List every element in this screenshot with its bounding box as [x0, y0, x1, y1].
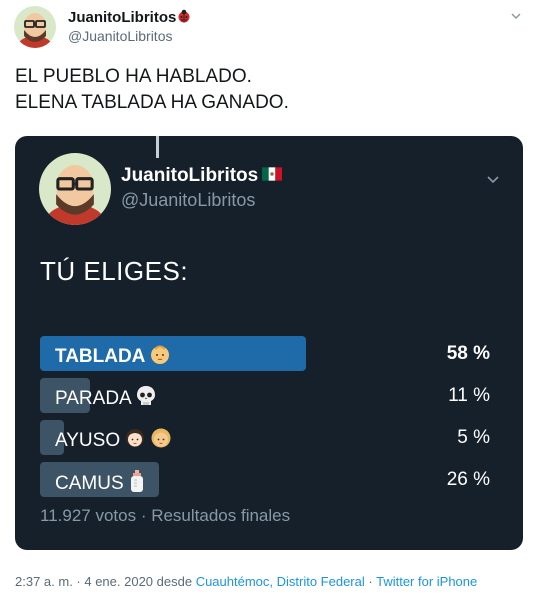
quoted-author-name[interactable]: JuanitoLibritos [121, 165, 283, 187]
girl-icon [124, 427, 146, 455]
poll-option-ayuso: AYUSO 5 % [40, 420, 490, 455]
poll-option-tablada: TABLADA 58 % [40, 336, 490, 371]
ladybug-icon [177, 9, 191, 27]
poll-option-percent: 58 % [446, 343, 490, 364]
chevron-down-icon[interactable] [485, 171, 501, 187]
poll-option-percent: 26 % [446, 469, 490, 490]
tweet-line: EL PUEBLO HA HABLADO. [15, 66, 252, 87]
quoted-author-avatar[interactable] [39, 153, 111, 225]
baby-bottle-icon [128, 469, 146, 499]
avatar-illustration [39, 153, 111, 225]
avatar-illustration [14, 6, 56, 48]
quoted-author-handle[interactable]: @JuanitoLibritos [121, 190, 255, 211]
chevron-down-icon[interactable] [509, 9, 523, 23]
skull-icon [136, 385, 156, 413]
girl-icon [150, 427, 172, 455]
author-name-text[interactable]: JuanitoLibritos [68, 9, 176, 26]
tweet-location-link[interactable]: Cuauhtémoc, Distrito Federal [196, 574, 365, 589]
tweet-source-link[interactable]: Twitter for iPhone [376, 574, 477, 589]
author-name[interactable]: JuanitoLibritos [68, 9, 191, 27]
poll-option-percent: 11 % [448, 385, 490, 406]
poll-option-camus: CAMUS 26 % [40, 462, 490, 499]
poll-option-label: AYUSO [55, 427, 172, 455]
poll-footer: 11.927 votos · Resultados finales [40, 506, 291, 525]
poll-option-label: PARADA [55, 385, 156, 413]
tweet-timestamp[interactable]: 2:37 a. m. · 4 ene. 2020 desde [15, 574, 196, 589]
poll-question: TÚ ELIGES: [40, 256, 189, 286]
quoted-author-name-text[interactable]: JuanitoLibritos [121, 165, 258, 186]
poll-option-label: TABLADA [55, 343, 171, 371]
quoted-tweet-card[interactable]: JuanitoLibritos @JuanitoLibritos TÚ ELIG… [15, 136, 523, 550]
meta-separator: · [364, 574, 377, 589]
author-handle[interactable]: @JuanitoLibritos [68, 28, 173, 44]
card-connector-line [156, 136, 159, 158]
tweet-text: EL PUEBLO HA HABLADO. ELENA TABLADA HA G… [15, 64, 289, 116]
poll-option-percent: 5 % [457, 427, 490, 448]
poll-option-label: CAMUS [55, 469, 146, 499]
mexico-flag-icon [262, 165, 283, 187]
poll-option-parada: PARADA 11 % [40, 378, 490, 413]
baby-face-icon [149, 343, 171, 371]
author-avatar[interactable] [14, 6, 56, 48]
tweet-meta: 2:37 a. m. · 4 ene. 2020 desde Cuauhtémo… [15, 574, 477, 589]
tweet-line: ELENA TABLADA HA GANADO. [15, 92, 289, 113]
